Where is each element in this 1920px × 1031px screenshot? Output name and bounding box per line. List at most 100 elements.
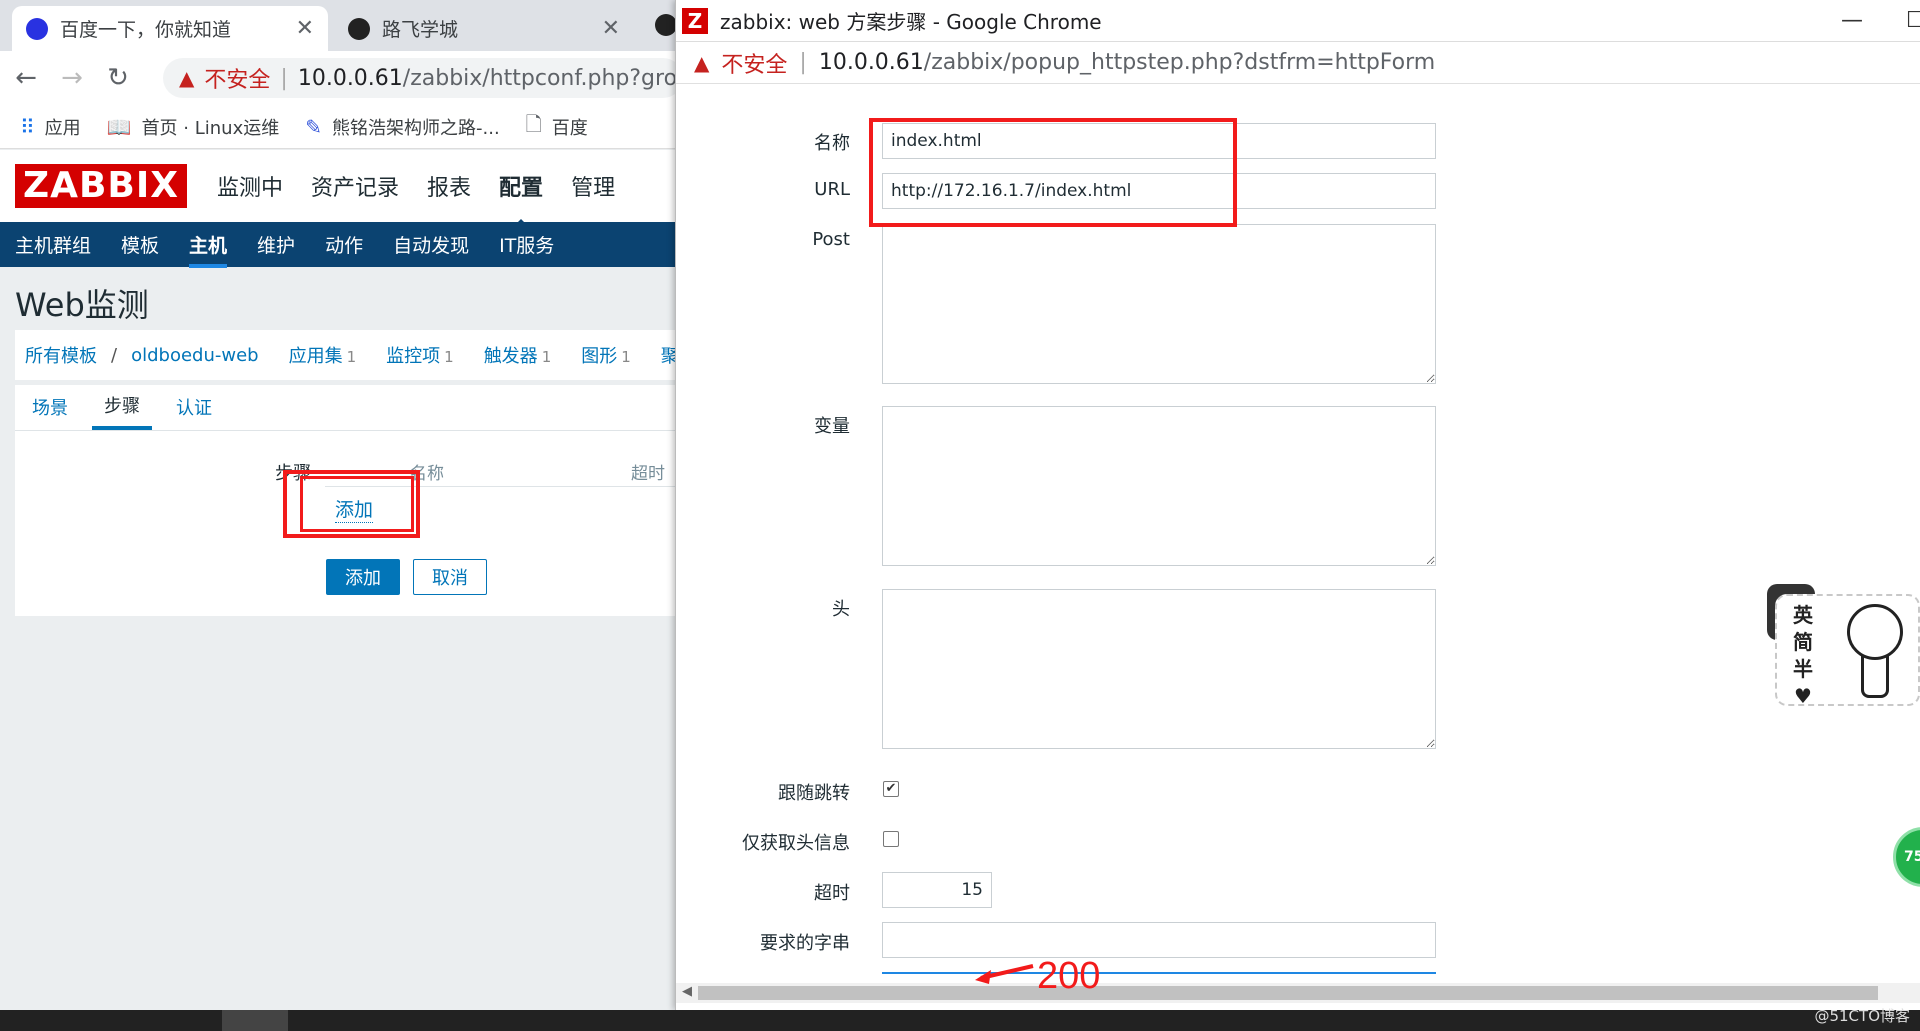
address-bar[interactable]: ▲ 不安全 | 10.0.0.61/zabbix/httpconf.php?gr… bbox=[163, 58, 683, 98]
tab-title: 百度一下，你就知道 bbox=[60, 19, 232, 41]
taskbar bbox=[0, 1010, 1920, 1031]
scroll-left-icon[interactable]: ◀ bbox=[682, 984, 692, 999]
main-nav-configuration[interactable]: 配置 bbox=[499, 170, 543, 202]
tab-luffy[interactable]: 路飞学城 ✕ bbox=[334, 6, 634, 51]
tab-partial-icon[interactable] bbox=[655, 14, 677, 41]
main-nav-monitoring[interactable]: 监测中 bbox=[217, 170, 283, 202]
required-string-label: 要求的字串 bbox=[760, 933, 850, 954]
sub-nav-actions[interactable]: 动作 bbox=[325, 231, 363, 258]
background-toolbar: ← → ↻ ▲ 不安全 | 10.0.0.61/zabbix/httpconf.… bbox=[0, 51, 683, 105]
retrieve-headers-label: 仅获取头信息 bbox=[742, 833, 850, 854]
sub-nav-hosts[interactable]: 主机 bbox=[189, 231, 228, 268]
highlight-box-name-url bbox=[869, 118, 1237, 227]
main-nav: 监测中 资产记录 报表 配置 管理 bbox=[217, 170, 615, 202]
address-separator: | bbox=[799, 50, 807, 75]
tab-baidu[interactable]: 百度一下，你就知道 ✕ bbox=[12, 6, 328, 51]
breadcrumb-separator: / bbox=[111, 344, 118, 366]
page-title: Web监测 bbox=[15, 286, 149, 324]
col-timeout: 超时 bbox=[631, 464, 665, 484]
popup-window: Z zabbix: web 方案步骤 - Google Chrome — ☐ ▲… bbox=[675, 0, 1920, 1010]
minimize-icon[interactable]: — bbox=[1841, 8, 1863, 33]
breadcrumb-applications[interactable]: 应用集 1 bbox=[289, 342, 357, 368]
highlight-box-add-inner bbox=[300, 476, 414, 532]
headers-textarea[interactable] bbox=[882, 589, 1436, 749]
heart-icon: ♥ bbox=[1794, 684, 1812, 708]
popup-titlebar: Z zabbix: web 方案步骤 - Google Chrome — ☐ bbox=[676, 0, 1920, 42]
tab-scenario[interactable]: 场景 bbox=[32, 394, 68, 430]
sub-nav: 主机群组 模板 主机 维护 动作 自动发现 IT服务 bbox=[0, 222, 680, 268]
main-nav-administration[interactable]: 管理 bbox=[571, 170, 615, 202]
insecure-label: 不安全 bbox=[204, 68, 271, 93]
tab-authentication[interactable]: 认证 bbox=[176, 394, 212, 430]
reload-icon[interactable]: ↻ bbox=[98, 63, 138, 93]
tab-steps[interactable]: 步骤 bbox=[92, 392, 152, 430]
popup-window-title: zabbix: web 方案步骤 - Google Chrome bbox=[720, 10, 1102, 34]
follow-redirects-checkbox[interactable]: ✔ bbox=[883, 781, 899, 797]
variables-textarea[interactable] bbox=[882, 406, 1436, 566]
variables-label: 变量 bbox=[814, 416, 850, 437]
book-icon: 📖 bbox=[106, 114, 132, 139]
insecure-label: 不安全 bbox=[721, 52, 788, 78]
address-path: /zabbix/httpconf.php?group bbox=[402, 65, 683, 91]
main-nav-inventory[interactable]: 资产记录 bbox=[311, 170, 399, 202]
annotation-200: 200 bbox=[1037, 955, 1101, 997]
sub-nav-discovery[interactable]: 自动发现 bbox=[393, 231, 469, 258]
sub-nav-host-groups[interactable]: 主机群组 bbox=[15, 231, 91, 258]
step-form: 名称 URL Post 变量 头 跟随跳转 ✔ 仅获取头信息 超时 要求的字串 bbox=[690, 100, 1920, 980]
back-arrow-icon[interactable]: ← bbox=[6, 63, 46, 93]
post-textarea[interactable] bbox=[882, 224, 1436, 384]
zabbix-favicon: Z bbox=[682, 7, 708, 34]
baidu-paw-icon bbox=[26, 17, 48, 40]
close-icon[interactable]: ✕ bbox=[296, 16, 314, 41]
bookmark-apps[interactable]: ⠿ 应用 bbox=[20, 114, 81, 140]
main-nav-reports[interactable]: 报表 bbox=[427, 170, 471, 202]
cancel-button[interactable]: 取消 bbox=[413, 559, 487, 595]
breadcrumb-host[interactable]: oldboedu-web bbox=[131, 345, 259, 366]
breadcrumb: 所有模板 / oldboedu-web 应用集 1 监控项 1 触发器 1 图形 1 聚… bbox=[15, 330, 680, 380]
name-label: 名称 bbox=[814, 133, 850, 154]
breadcrumb-items[interactable]: 监控项 1 bbox=[386, 342, 454, 368]
forward-arrow-icon[interactable]: → bbox=[52, 63, 92, 93]
ime-widget[interactable]: 英 简 半 ♥ bbox=[1775, 594, 1920, 708]
widget-text: 英 简 半 ♥ bbox=[1793, 603, 1813, 708]
sub-nav-templates[interactable]: 模板 bbox=[121, 231, 159, 258]
scrollbar-thumb[interactable] bbox=[698, 986, 1878, 1000]
warning-triangle-icon: ▲ bbox=[694, 50, 710, 75]
popup-horizontal-scrollbar[interactable]: ◀ bbox=[676, 983, 1920, 1003]
bookmark-linux[interactable]: 📖 首页 · Linux运维 bbox=[107, 114, 280, 140]
bookmarks-bar: ⠿ 应用 📖 首页 · Linux运维 ✎ 熊铭浩架构师之路-... 🗋 百度 bbox=[0, 105, 680, 149]
page-icon: 🗋 bbox=[525, 111, 542, 136]
url-label: URL bbox=[814, 179, 850, 200]
address-host: 10.0.0.61 bbox=[297, 65, 403, 91]
taskbar-item[interactable] bbox=[222, 1010, 288, 1031]
address-separator: | bbox=[280, 65, 288, 91]
timeout-label: 超时 bbox=[814, 883, 850, 904]
background-tab-strip: 百度一下，你就知道 ✕ 路飞学城 ✕ bbox=[0, 0, 680, 51]
breadcrumb-triggers[interactable]: 触发器 1 bbox=[484, 342, 552, 368]
apps-grid-icon: ⠿ bbox=[20, 114, 35, 139]
add-button[interactable]: 添加 bbox=[326, 559, 400, 595]
timeout-input[interactable] bbox=[882, 872, 992, 908]
cartoon-face-icon bbox=[1847, 604, 1903, 660]
luffy-logo-icon bbox=[348, 17, 370, 40]
annotation-arrow-icon bbox=[975, 964, 1034, 984]
feather-icon: ✎ bbox=[305, 114, 322, 139]
popup-address-bar[interactable]: ▲ 不安全 | 10.0.0.61/zabbix/popup_httpstep.… bbox=[676, 42, 1920, 84]
headers-label: 头 bbox=[832, 599, 850, 620]
breadcrumb-all-templates[interactable]: 所有模板 bbox=[25, 342, 97, 368]
bookmark-baidu[interactable]: 🗋 百度 bbox=[526, 110, 588, 144]
zabbix-logo[interactable]: ZABBIX bbox=[15, 164, 187, 208]
sub-nav-it-services[interactable]: IT服务 bbox=[499, 231, 554, 258]
required-string-input[interactable] bbox=[882, 922, 1436, 958]
sub-nav-maintenance[interactable]: 维护 bbox=[257, 231, 295, 258]
form-tabs: 场景 步骤 认证 bbox=[15, 385, 680, 431]
retrieve-headers-checkbox[interactable] bbox=[883, 831, 899, 847]
bookmark-xiong[interactable]: ✎ 熊铭浩架构师之路-... bbox=[305, 114, 499, 140]
close-icon[interactable]: ✕ bbox=[602, 16, 620, 41]
address-host: 10.0.0.61 bbox=[818, 50, 924, 75]
breadcrumb-graphs[interactable]: 图形 1 bbox=[581, 342, 631, 368]
maximize-icon[interactable]: ☐ bbox=[1906, 8, 1920, 33]
tab-title: 路飞学城 bbox=[382, 19, 459, 41]
status-codes-input-partial[interactable] bbox=[882, 972, 1436, 980]
post-label: Post bbox=[812, 229, 850, 250]
